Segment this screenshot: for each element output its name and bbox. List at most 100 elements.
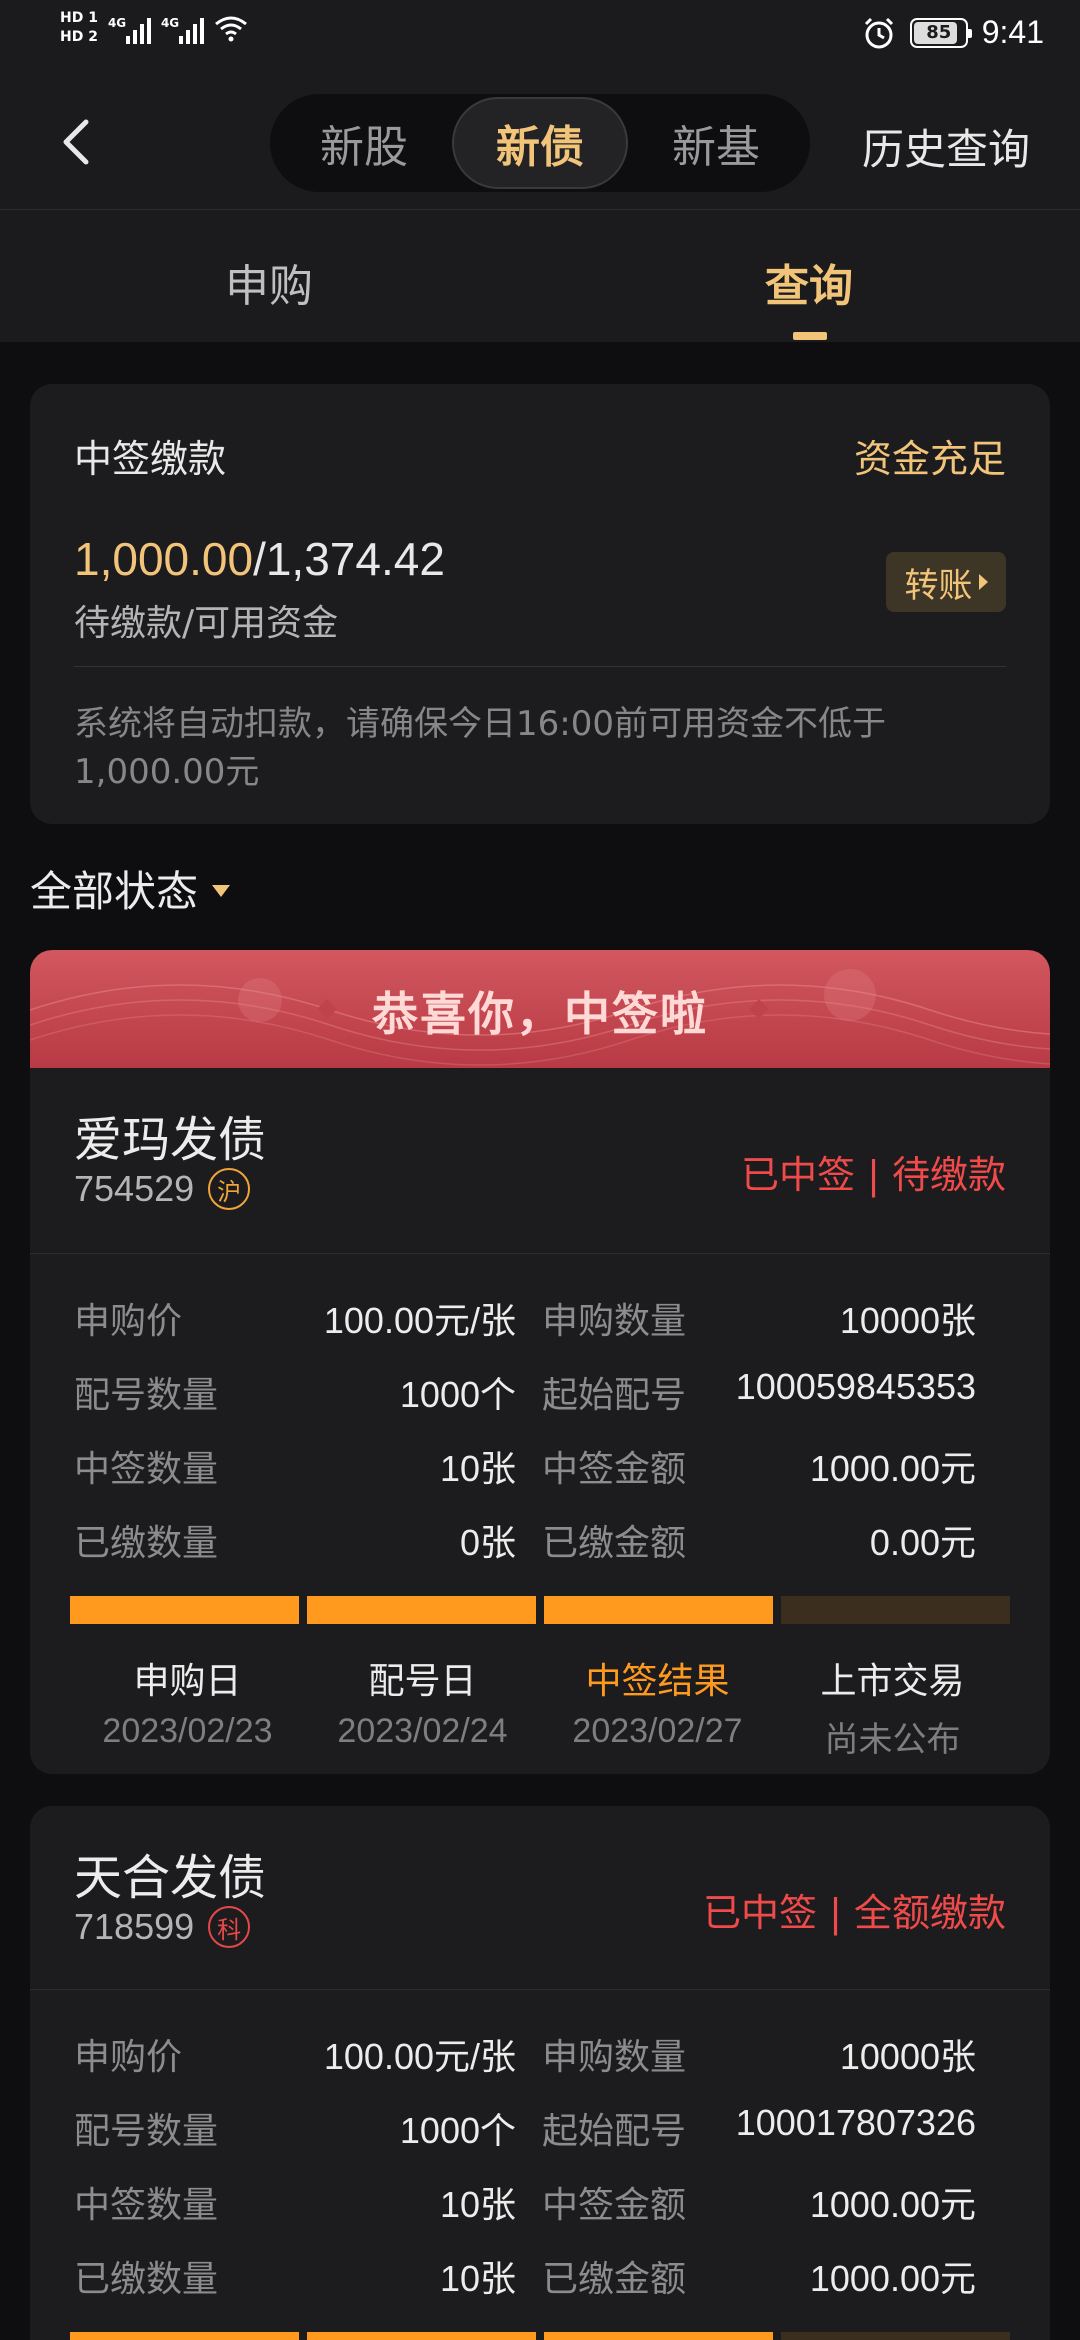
info-value: 100017807326 [735, 2102, 976, 2143]
fund-status: 资金充足 [853, 437, 1006, 481]
divider [30, 1989, 1050, 1990]
info-value: 1000.00元 [809, 1448, 976, 1489]
exchange-badge: 沪 [208, 1168, 251, 1210]
info-value: 10张 [439, 2184, 516, 2225]
step-name: 配号日 [368, 1661, 477, 1702]
progress-segment [781, 2332, 1010, 2340]
info-row: 中签数量 10张 中签金额 1000.00元 [74, 2162, 1006, 2236]
alarm-icon [864, 17, 893, 48]
payment-amount: 1,000.00/1,374.42 [74, 532, 445, 586]
info-label: 配号数量 [74, 1375, 219, 1416]
info-row: 中签数量 10张 中签金额 1000.00元 [74, 1426, 1006, 1500]
info-row: 配号数量 1000个 起始配号 100059845353 [74, 1352, 1006, 1426]
info-value: 10张 [439, 2258, 516, 2299]
info-value: 100.00元/张 [323, 2036, 516, 2077]
segment-new-bond[interactable]: 新债 [452, 97, 628, 189]
info-label: 中签金额 [542, 2185, 687, 2226]
info-row: 已缴数量 0张 已缴金额 0.00元 [74, 1500, 1006, 1574]
clock: 9:41 [981, 14, 1044, 50]
hd1-label: HD 1 [60, 10, 98, 26]
bond-card[interactable]: 天合发债 718599 科 已中签 | 全额缴款 申购价 100.00元/张 申… [30, 1806, 1050, 2340]
bond-card[interactable]: 恭喜你，中签啦 爱玛发债 754529 沪 已中签 | 待缴款 申购价 100.… [30, 950, 1050, 1774]
info-label: 配号数量 [74, 2111, 219, 2152]
signal-icon-2: 4G [161, 12, 204, 44]
segment-new-fund[interactable]: 新基 [628, 97, 804, 189]
info-value: 1000个 [399, 2110, 516, 2151]
info-row: 配号数量 1000个 起始配号 100017807326 [74, 2088, 1006, 2162]
info-value: 0张 [459, 1522, 516, 1563]
progress-segment [544, 2332, 773, 2340]
signal-icon-1: 4G [108, 12, 151, 44]
bond-header: 天合发债 718599 科 已中签 | 全额缴款 [74, 1806, 1006, 1974]
timeline-step-current: 中签结果 2023/02/27 [540, 1652, 775, 1761]
step-name: 中签结果 [585, 1661, 730, 1702]
network-type-1: 4G [107, 16, 127, 30]
timeline-step: 配号日 2023/02/24 [305, 1652, 540, 1761]
hd2-label: HD 2 [60, 29, 98, 45]
divider [74, 666, 1006, 667]
info-value: 100.00元/张 [323, 1300, 516, 1341]
payment-note: 系统将自动扣款，请确保今日16:00前可用资金不低于1,000.00元 [74, 704, 886, 792]
info-row: 申购价 100.00元/张 申购数量 10000张 [74, 1278, 1006, 1352]
info-row: 申购价 100.00元/张 申购数量 10000张 [74, 2014, 1006, 2088]
info-label: 申购价 [74, 2037, 183, 2078]
step-name: 上市交易 [820, 1661, 965, 1702]
info-row: 已缴数量 10张 已缴金额 1000.00元 [74, 2236, 1006, 2310]
progress-segment [544, 1596, 773, 1624]
info-label: 申购数量 [542, 2037, 687, 2078]
status-filter-label: 全部状态 [30, 867, 199, 916]
history-query-link[interactable]: 历史查询 [862, 116, 1030, 177]
info-label: 申购数量 [542, 1301, 687, 1342]
info-label: 起始配号 [542, 1375, 687, 1416]
step-date: 尚未公布 [824, 1721, 961, 1759]
info-value: 1000个 [399, 1374, 516, 1415]
status-right: 85 9:41 [862, 14, 1044, 51]
progress-segment [70, 2332, 299, 2340]
status-filter[interactable]: 全部状态 [30, 858, 231, 919]
bond-code-row: 754529 沪 [74, 1168, 251, 1210]
info-label: 申购价 [74, 1301, 183, 1342]
amount-separator: / [253, 533, 266, 585]
category-switch: 新股 新债 新基 [270, 94, 810, 192]
status-left: HD 1 HD 2 4G 4G [60, 10, 248, 46]
info-label: 已缴数量 [74, 1523, 219, 1564]
win-banner: 恭喜你，中签啦 [30, 950, 1050, 1068]
progress-segment [307, 2332, 536, 2340]
timeline-step: 上市交易 尚未公布 [775, 1652, 1010, 1761]
battery-level: 85 [926, 22, 952, 43]
bond-header: 爱玛发债 754529 沪 已中签 | 待缴款 [74, 1068, 1006, 1236]
transfer-button[interactable]: 转账 [886, 552, 1006, 612]
caret-right-icon [978, 574, 988, 590]
top-nav: 新股 新债 新基 历史查询 [0, 72, 1080, 210]
wifi-icon [215, 16, 247, 42]
timeline-steps: 申购日 2023/02/23 配号日 2023/02/24 中签结果 2023/… [70, 1652, 1010, 1761]
bond-name: 天合发债 [74, 1850, 267, 1906]
info-value: 100059845353 [735, 1366, 976, 1407]
payment-title: 中签缴款 [74, 437, 227, 481]
bond-info-grid: 申购价 100.00元/张 申购数量 10000张 配号数量 1000个 起始配… [74, 1278, 1006, 1574]
progress-segment [70, 1596, 299, 1624]
step-date: 2023/02/23 [102, 1712, 273, 1750]
timeline-step: 申购日 2023/02/23 [70, 1652, 305, 1761]
bond-code: 754529 [74, 1168, 195, 1209]
network-type-2: 4G [160, 16, 180, 30]
segment-new-stock[interactable]: 新股 [276, 97, 452, 189]
bond-info-grid: 申购价 100.00元/张 申购数量 10000张 配号数量 1000个 起始配… [74, 2014, 1006, 2310]
transfer-label: 转账 [904, 565, 973, 606]
step-date: 2023/02/27 [572, 1712, 743, 1750]
tab-subscribe[interactable]: 申购 [225, 250, 313, 314]
payment-sub-label: 待缴款/可用资金 [74, 603, 339, 644]
info-value: 1000.00元 [809, 2184, 976, 2225]
divider [30, 1253, 1050, 1254]
battery-icon: 85 [909, 17, 972, 48]
status-bar: HD 1 HD 2 4G 4G 85 9:41 [0, 0, 1080, 72]
tab-query[interactable]: 查询 [765, 250, 853, 314]
due-amount: 1,000.00 [74, 533, 254, 585]
sub-tabs: 申购 查询 [0, 210, 1080, 342]
active-tab-indicator [793, 332, 827, 340]
progress-segment [307, 1596, 536, 1624]
available-funds: 1,374.42 [265, 533, 445, 585]
info-value: 10000张 [839, 2036, 976, 2077]
chevron-left-icon[interactable] [50, 114, 106, 170]
step-name: 申购日 [133, 1661, 242, 1702]
